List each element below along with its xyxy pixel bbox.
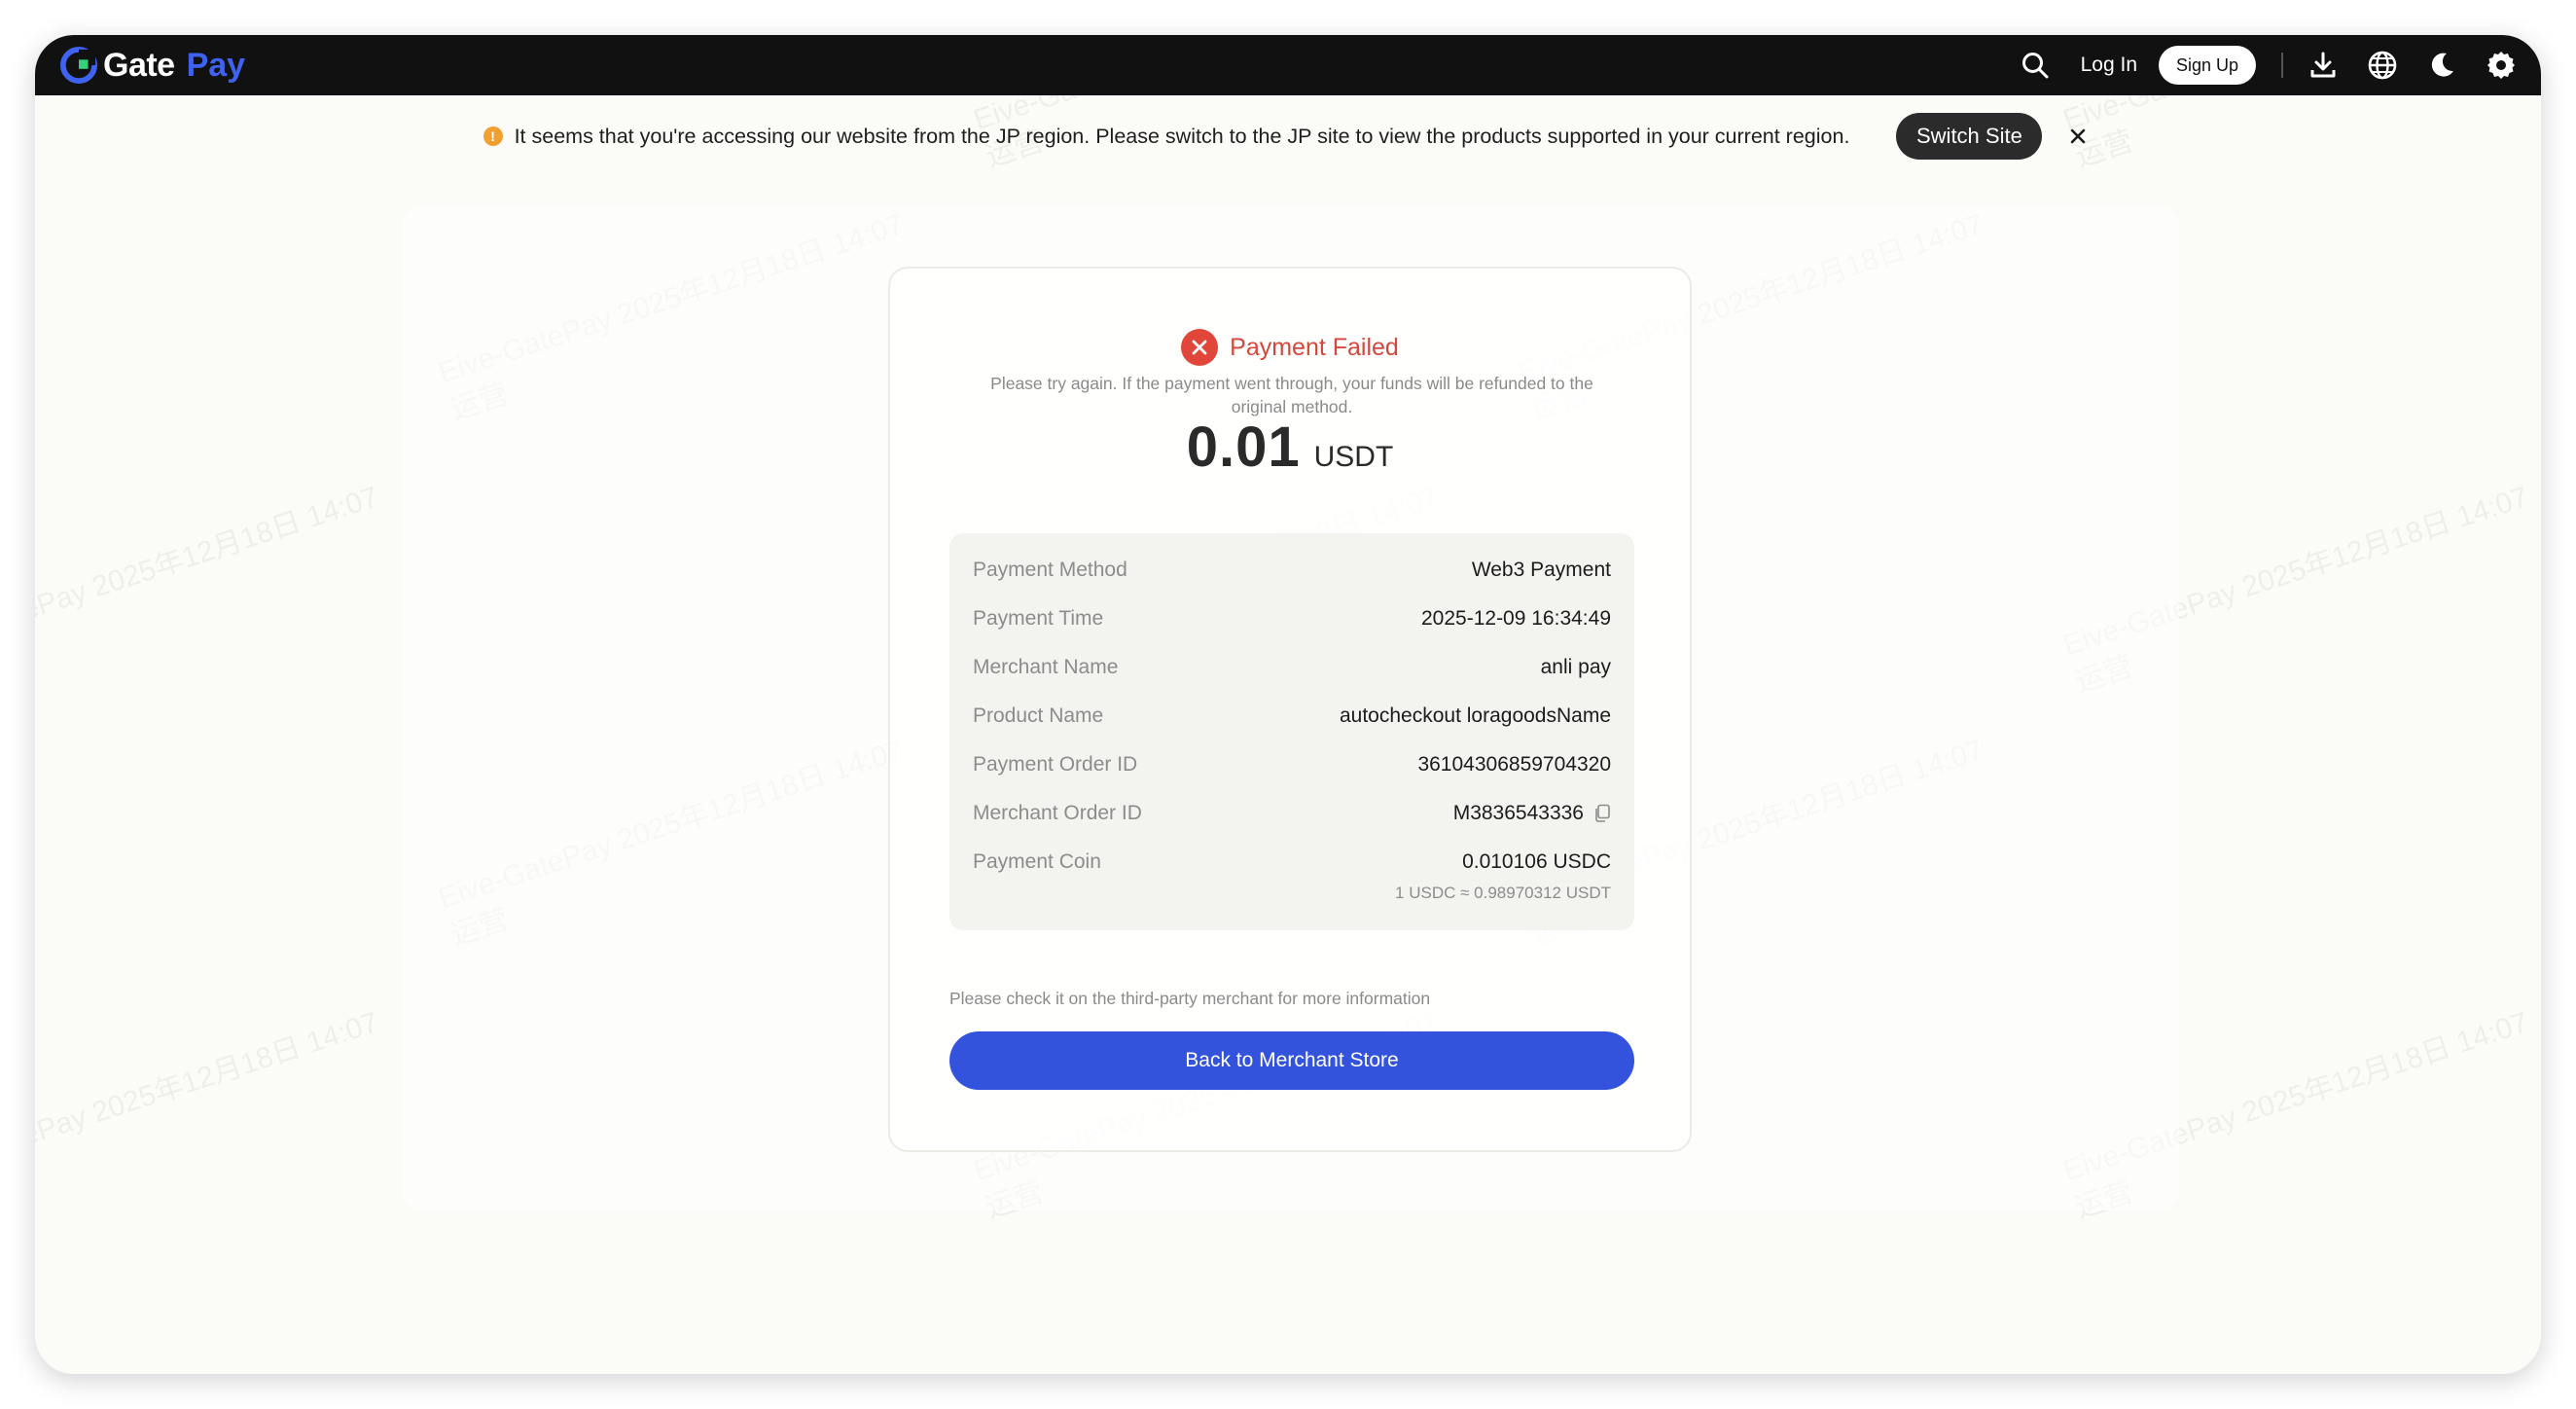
payment-details: Payment Method Web3 Payment Payment Time…: [949, 533, 1634, 930]
search-icon[interactable]: [2019, 49, 2052, 82]
payment-result-card: Payment Failed Please try again. If the …: [888, 267, 1692, 1152]
detail-label: Payment Time: [973, 607, 1104, 630]
detail-value: anli pay: [1540, 656, 1611, 678]
amount-currency: USDT: [1313, 441, 1394, 473]
detail-label: Payment Coin: [973, 850, 1101, 873]
moon-icon[interactable]: [2425, 49, 2458, 82]
warning-icon: !: [483, 126, 503, 146]
detail-label: Product Name: [973, 704, 1104, 727]
detail-row-payment-order-id: Payment Order ID 361043068597043​20: [973, 750, 1611, 779]
detail-value: Web3 Payment: [1471, 559, 1611, 581]
region-notice-text: It seems that you're accessing our websi…: [514, 124, 1850, 148]
back-to-merchant-button[interactable]: Back to Merchant Store: [949, 1031, 1634, 1090]
detail-label: Payment Order ID: [973, 753, 1138, 776]
payment-status: Payment Failed: [890, 329, 1690, 366]
region-notice-banner: ! It seems that you're accessing our web…: [35, 109, 2541, 163]
gate-logo-icon: [60, 47, 97, 84]
copy-icon[interactable]: [1593, 804, 1611, 823]
detail-row-merchant-order-id: Merchant Order ID M3836543336: [973, 799, 1611, 828]
browser-window: Eive-GatePay 2025年12月18日 14:07运营 Eive-Ga…: [35, 35, 2541, 1374]
detail-value: 361043068597043​20: [1417, 753, 1611, 776]
close-icon[interactable]: [2063, 122, 2093, 151]
watermark: Eive-GatePay 2025年12月18日 14:07运营: [35, 1006, 382, 1188]
detail-value: 0.010106 USDC: [1462, 850, 1611, 873]
divider: [2281, 53, 2283, 78]
exchange-rate: 1 USDC ≈ 0.98970312 USDT: [1395, 884, 1611, 902]
detail-row-payment-time: Payment Time 2025-12-09 16:34:49: [973, 604, 1611, 633]
detail-value-with-copy: M3836543336: [1453, 802, 1611, 825]
topbar-actions: Log In Sign Up: [2019, 35, 2541, 95]
detail-value: autocheckout loragoodsName: [1339, 704, 1611, 727]
detail-value: 2025-12-09 16:34:49: [1421, 607, 1611, 630]
top-navigation-bar: Gate Pay Log In Sign Up: [35, 35, 2541, 95]
gear-icon[interactable]: [2485, 49, 2518, 82]
logo-accent-text: Pay: [186, 46, 246, 84]
detail-label: Payment Method: [973, 559, 1127, 581]
status-subtitle: Please try again. If the payment went th…: [990, 374, 1593, 416]
error-x-icon: [1181, 329, 1219, 366]
detail-label: Merchant Name: [973, 656, 1119, 678]
detail-label: Merchant Order ID: [973, 802, 1142, 824]
switch-site-button[interactable]: Switch Site: [1896, 113, 2043, 160]
detail-row-payment-coin: Payment Coin 0.010106 USDC: [973, 848, 1611, 877]
status-title: Payment Failed: [1230, 333, 1399, 361]
amount-value: 0.01: [1186, 415, 1301, 479]
logo-text: Gate: [103, 46, 175, 84]
merchant-order-id-value: M3836543336: [1452, 802, 1584, 824]
payment-amount: 0.01 USDT: [890, 415, 1690, 480]
signup-button[interactable]: Sign Up: [2159, 46, 2256, 85]
globe-icon[interactable]: [2366, 49, 2399, 82]
detail-row-product-name: Product Name autocheckout loragoodsName: [973, 702, 1611, 731]
merchant-hint-text: Please check it on the third-party merch…: [949, 989, 1431, 1008]
login-link[interactable]: Log In: [2081, 54, 2137, 77]
gate-pay-logo[interactable]: Gate Pay: [60, 35, 245, 95]
detail-row-payment-method: Payment Method Web3 Payment: [973, 556, 1611, 585]
watermark: Eive-GatePay 2025年12月18日 14:07运营: [35, 481, 382, 663]
download-icon[interactable]: [2307, 49, 2340, 82]
detail-row-merchant-name: Merchant Name anli pay: [973, 653, 1611, 682]
